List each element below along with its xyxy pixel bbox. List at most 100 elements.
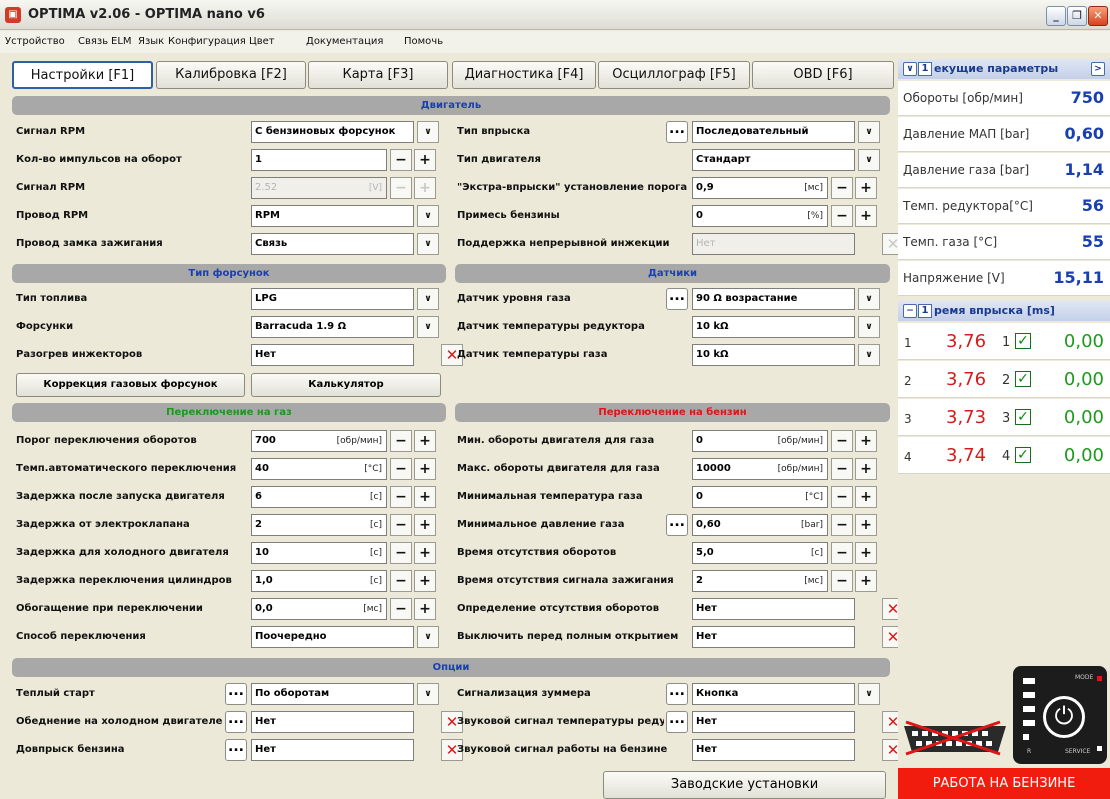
decrement-button[interactable]: − bbox=[390, 430, 412, 452]
increment-button[interactable]: + bbox=[414, 430, 436, 452]
menu-item[interactable]: Документация bbox=[306, 36, 383, 47]
dropdown-chevron-icon[interactable]: ∨ bbox=[858, 344, 880, 366]
menu-item[interactable]: Помочь bbox=[404, 36, 443, 47]
increment-button[interactable]: + bbox=[855, 177, 877, 199]
value-field[interactable]: 0,0 [мс] bbox=[251, 598, 387, 620]
decrement-button[interactable]: − bbox=[390, 542, 412, 564]
decrement-button[interactable]: − bbox=[390, 514, 412, 536]
value-field[interactable]: Нет bbox=[692, 739, 855, 761]
dropdown-chevron-icon[interactable]: ∨ bbox=[858, 121, 880, 143]
increment-button[interactable]: + bbox=[414, 570, 436, 592]
menu-item[interactable]: ELM bbox=[111, 36, 132, 47]
dropdown-chevron-icon[interactable]: ∨ bbox=[858, 316, 880, 338]
value-field[interactable]: 90 Ω возрастание bbox=[692, 288, 855, 310]
value-field[interactable]: 6 [c] bbox=[251, 486, 387, 508]
decrement-button[interactable]: − bbox=[390, 458, 412, 480]
value-field[interactable]: 1 bbox=[251, 149, 387, 171]
increment-button[interactable]: + bbox=[855, 458, 877, 480]
value-field[interactable]: 2 [c] bbox=[251, 514, 387, 536]
value-field[interactable]: 5,0 [c] bbox=[692, 542, 828, 564]
value-field[interactable]: Поочередно bbox=[251, 626, 414, 648]
increment-button[interactable]: + bbox=[855, 205, 877, 227]
tab-5[interactable]: Осциллограф [F5] bbox=[598, 61, 750, 89]
menu-item[interactable]: Устройство bbox=[5, 36, 65, 47]
decrement-button[interactable]: − bbox=[390, 486, 412, 508]
increment-button[interactable]: + bbox=[414, 598, 436, 620]
more-options-button[interactable]: ... bbox=[666, 288, 688, 310]
value-field[interactable]: 0 [%] bbox=[692, 205, 828, 227]
dropdown-chevron-icon[interactable]: ∨ bbox=[417, 316, 439, 338]
more-options-button[interactable]: ... bbox=[225, 739, 247, 761]
collapse-icon[interactable]: − bbox=[903, 304, 917, 318]
value-field[interactable]: Нет bbox=[251, 711, 414, 733]
decrement-button[interactable]: − bbox=[831, 458, 853, 480]
dropdown-chevron-icon[interactable]: ∨ bbox=[417, 626, 439, 648]
value-field[interactable]: Нет bbox=[692, 598, 855, 620]
value-field[interactable]: RPM bbox=[251, 205, 414, 227]
value-field[interactable]: Связь bbox=[251, 233, 414, 255]
decrement-button[interactable]: − bbox=[831, 542, 853, 564]
increment-button[interactable]: + bbox=[414, 486, 436, 508]
value-field[interactable]: Последовательный bbox=[692, 121, 855, 143]
dropdown-chevron-icon[interactable]: ∨ bbox=[417, 683, 439, 705]
increment-button[interactable]: + bbox=[855, 570, 877, 592]
value-field[interactable]: 0 [обр/мин] bbox=[692, 430, 828, 452]
more-options-button[interactable]: ... bbox=[225, 683, 247, 705]
more-options-button[interactable]: ... bbox=[666, 711, 688, 733]
increment-button[interactable]: + bbox=[855, 514, 877, 536]
tab-4[interactable]: Диагностика [F4] bbox=[452, 61, 596, 89]
decrement-button[interactable]: − bbox=[390, 149, 412, 171]
decrement-button[interactable]: − bbox=[390, 598, 412, 620]
menu-item[interactable]: Конфигурация bbox=[168, 36, 246, 47]
menu-item[interactable]: Язык bbox=[138, 36, 164, 47]
tab-6[interactable]: OBD [F6] bbox=[752, 61, 894, 89]
dropdown-chevron-icon[interactable]: ∨ bbox=[858, 683, 880, 705]
decrement-button[interactable]: − bbox=[831, 486, 853, 508]
dropdown-chevron-icon[interactable]: ∨ bbox=[858, 149, 880, 171]
value-field[interactable]: 0,60 [bar] bbox=[692, 514, 828, 536]
dropdown-chevron-icon[interactable]: ∨ bbox=[417, 205, 439, 227]
value-field[interactable]: Barracuda 1.9 Ω bbox=[251, 316, 414, 338]
close-button[interactable]: ✕ bbox=[1088, 6, 1108, 26]
decrement-button[interactable]: − bbox=[831, 570, 853, 592]
more-options-button[interactable]: ... bbox=[225, 711, 247, 733]
more-options-button[interactable]: ... bbox=[666, 121, 688, 143]
value-field[interactable]: Нет bbox=[251, 344, 414, 366]
value-field[interactable]: 10 [c] bbox=[251, 542, 387, 564]
cylinder-enabled-checkbox[interactable]: ✓ bbox=[1015, 333, 1031, 349]
value-field[interactable]: Нет bbox=[692, 626, 855, 648]
value-field[interactable]: 1,0 [c] bbox=[251, 570, 387, 592]
decrement-button[interactable]: − bbox=[831, 430, 853, 452]
dropdown-chevron-icon[interactable]: ∨ bbox=[417, 288, 439, 310]
value-field[interactable]: 10 kΩ bbox=[692, 344, 855, 366]
cylinder-enabled-checkbox[interactable]: ✓ bbox=[1015, 409, 1031, 425]
calculator-button[interactable]: Калькулятор bbox=[251, 373, 441, 397]
value-field[interactable]: Кнопка bbox=[692, 683, 855, 705]
collapse-icon[interactable]: ∨ bbox=[903, 62, 917, 76]
power-icon[interactable]: ⏻ bbox=[1043, 696, 1085, 738]
menu-item[interactable]: Цвет bbox=[249, 36, 275, 47]
value-field[interactable]: Нет bbox=[692, 711, 855, 733]
dropdown-chevron-icon[interactable]: ∨ bbox=[417, 233, 439, 255]
injection-panel-header[interactable]: − 1 ремя впрыска [ms] bbox=[898, 301, 1110, 321]
decrement-button[interactable]: − bbox=[831, 177, 853, 199]
increment-button[interactable]: + bbox=[414, 458, 436, 480]
dropdown-chevron-icon[interactable]: ∨ bbox=[417, 121, 439, 143]
value-field[interactable]: 10000 [обр/мин] bbox=[692, 458, 828, 480]
gas-injector-correction-button[interactable]: Коррекция газовых форсунок bbox=[16, 373, 245, 397]
decrement-button[interactable]: − bbox=[831, 205, 853, 227]
menu-item[interactable]: Связь bbox=[78, 36, 108, 47]
factory-settings-button[interactable]: Заводские установки bbox=[603, 771, 886, 799]
maximize-button[interactable]: ❐ bbox=[1067, 6, 1087, 26]
increment-button[interactable]: + bbox=[855, 486, 877, 508]
value-field[interactable]: Нет bbox=[251, 739, 414, 761]
more-options-button[interactable]: ... bbox=[666, 514, 688, 536]
tab-1[interactable]: Настройки [F1] bbox=[12, 61, 153, 89]
more-options-button[interactable]: ... bbox=[666, 683, 688, 705]
increment-button[interactable]: + bbox=[855, 430, 877, 452]
params-panel-header[interactable]: ∨ 1 екущие параметры > bbox=[898, 59, 1110, 79]
value-field[interactable]: 40 [°C] bbox=[251, 458, 387, 480]
expand-right-icon[interactable]: > bbox=[1091, 62, 1105, 76]
value-field[interactable]: 2 [мс] bbox=[692, 570, 828, 592]
cylinder-enabled-checkbox[interactable]: ✓ bbox=[1015, 371, 1031, 387]
